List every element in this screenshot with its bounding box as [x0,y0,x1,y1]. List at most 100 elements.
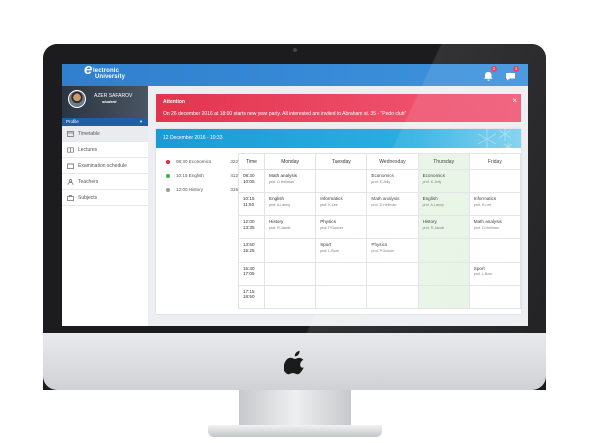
alert-title: Attention [163,99,185,105]
sidebar-item-subjects[interactable]: Subjects [62,190,148,206]
time-slot: 15:30 17:05 [238,261,265,286]
class-item[interactable]: 12:00 History 315 [164,183,238,197]
sidebar-item-label: Subjects [78,195,98,201]
lesson-professor: prof. R.Jacob [422,225,444,230]
lesson-subject: English [422,196,438,202]
slot-end: 13:35 [243,224,255,230]
lesson-subject: Informatics [320,196,343,202]
user-role: student [102,99,117,104]
lesson-subject: History [269,219,284,225]
lesson-cell[interactable]: Sport prof. L.Bom [315,238,368,263]
slot-end: 15:25 [243,248,255,254]
class-time-subject: 10:15 English [176,173,204,178]
slot-end: 11:50 [243,201,255,207]
messages-button[interactable]: 3 [505,66,519,81]
lesson-cell[interactable]: English prof. A.Lanny [263,192,317,217]
lesson-cell[interactable]: Sport prof. L.Bom [468,261,522,286]
lesson-cell [263,238,317,263]
lesson-cell [468,284,522,310]
sidebar-item-timetable[interactable]: Timetable [62,126,148,142]
slot-start: 12:00 [243,219,255,225]
avatar[interactable] [68,90,86,108]
screen: e lectronic University 2 3 AZER SAFAROV … [62,64,528,326]
lesson-cell[interactable]: Physics prof. P.Goover [366,238,419,263]
lesson-subject: Physics [371,242,388,248]
lesson-professor: prof. K.Lee [320,202,338,207]
lesson-cell [366,284,419,310]
apple-logo-icon [284,350,304,375]
lesson-subject: Math analysis [371,196,400,202]
lesson-subject: Sport [473,265,485,271]
lesson-cell[interactable]: Economics prof. K.Jelly [417,168,470,194]
time-slot: 10:15 11:50 [238,192,265,217]
class-room: 412 [230,173,238,178]
lesson-professor: prof. A.Lanny [422,202,444,207]
sidebar-item-teachers[interactable]: Teachers [62,174,148,190]
class-room: 315 [230,187,238,192]
timetable-grid: Time Monday Tuesday Wednesday Thursday Friday… [238,153,522,310]
profile-card: AZER SAFAROV student [62,86,148,118]
notifications-button[interactable]: 2 [483,66,497,81]
column-header: Tuesday [315,153,368,170]
time-slot: 13:50 15:25 [238,238,265,263]
slot-end: 10:05 [243,178,255,184]
notification-count-badge: 2 [491,66,497,72]
class-time-subject: 08:30 Economics [176,159,212,164]
lesson-professor: prof. K.Jelly [422,179,442,184]
user-icon [67,179,74,185]
lesson-cell [417,284,470,310]
profile-dropdown[interactable]: Profile ▼ [62,118,148,126]
snowflake-decoration-icon [477,129,513,148]
sidebar-nav: Timetable Lectures Examination schedule … [62,126,148,206]
sidebar-item-label: Timetable [78,131,100,137]
lesson-cell[interactable]: Informatics prof. K.Lee [315,192,368,217]
current-date: 12 December 2016 - 10:33 [163,135,223,141]
slot-end: 18:50 [243,294,255,300]
sidebar-item-label: Examination schedule [78,163,127,169]
table-row: 17:15 18:50 [238,284,522,310]
lesson-subject: Economics [422,173,446,178]
close-icon[interactable]: × [512,96,517,105]
lesson-cell[interactable]: Math analysis prof. D.Hellman [468,215,522,240]
timetable-header-row: Time Monday Tuesday Wednesday Thursday Friday [238,153,522,170]
lesson-professor: prof. P.Goover [320,225,344,230]
lesson-professor: prof. P.Goover [371,249,395,254]
bell-icon [484,72,493,81]
lesson-professor: prof. K.Jelly [371,179,391,184]
slot-start: 10:15 [243,196,255,202]
slot-end: 17:05 [243,271,255,277]
caret-down-icon: ▼ [139,119,143,124]
lesson-cell[interactable]: Economics prof. K.Jelly [366,168,419,194]
lesson-cell [263,261,317,286]
timetable-header: 12 December 2016 - 10:33 [156,129,521,148]
time-slot: 08:30 10:05 [238,168,265,194]
lesson-cell[interactable]: Math analysis prof. D.Hellman [366,192,419,217]
top-bar: e lectronic University 2 3 [62,64,528,86]
timetable-icon [67,131,74,137]
lesson-subject: English [269,196,285,202]
lesson-cell[interactable]: English prof. A.Lanny [417,192,470,217]
lesson-cell[interactable]: History prof. R.Jacob [417,215,470,240]
class-room: 322 [230,159,238,164]
lesson-cell[interactable]: Math analysis prof. D.Hellman [263,168,317,194]
slot-start: 15:30 [243,265,255,271]
lesson-cell [315,284,368,310]
sidebar-item-lectures[interactable]: Lectures [62,142,148,158]
lesson-subject: History [422,219,437,225]
sidebar-item-label: Lectures [78,147,98,153]
lesson-subject: Math analysis [269,173,298,178]
sidebar-item-examination-schedule[interactable]: Examination schedule [62,158,148,174]
class-item[interactable]: 10:15 English 412 [164,169,238,183]
lesson-cell[interactable]: History prof. R.Jacob [263,215,317,240]
lesson-cell[interactable]: Informatics prof. K.Lee [468,192,522,217]
class-item[interactable]: 08:30 Economics 322 [164,155,238,169]
lesson-cell [417,238,470,263]
lesson-cell[interactable]: Physics prof. P.Goover [315,215,368,240]
status-dot-icon [166,160,170,164]
lesson-professor: prof. L.Bom [473,272,493,277]
lesson-cell [366,215,419,240]
column-header: Monday [263,153,317,170]
book-icon [67,147,74,153]
monitor-stand-neck [239,390,351,428]
status-dot-icon [166,174,170,178]
